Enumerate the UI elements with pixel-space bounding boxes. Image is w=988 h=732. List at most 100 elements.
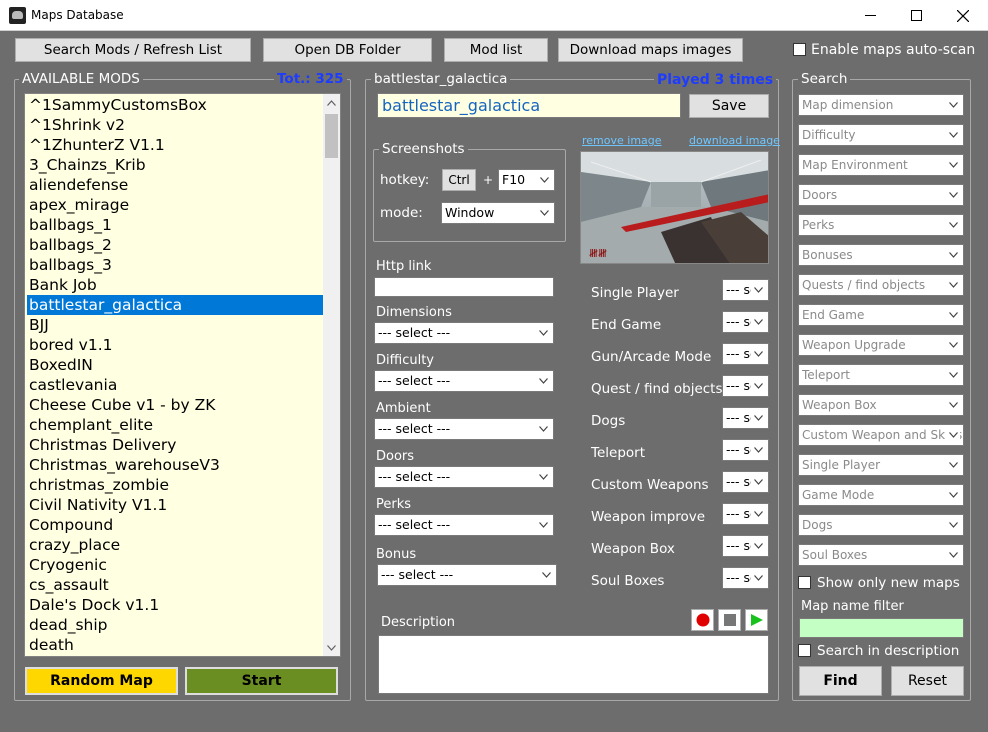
- mod-list-item[interactable]: ballbags_1: [27, 215, 323, 235]
- mod-list-item[interactable]: dead_ship: [27, 615, 323, 635]
- auto-scan-checkbox[interactable]: [793, 43, 806, 59]
- find-button[interactable]: Find: [799, 666, 882, 696]
- chevron-down-icon: [536, 515, 550, 535]
- mod-list-item[interactable]: ^1ZhunterZ V1.1: [27, 135, 323, 155]
- mod-list-item[interactable]: BoxedIN: [27, 355, 323, 375]
- search-filter-select[interactable]: End Game: [798, 304, 964, 326]
- map-name-input[interactable]: battlestar_galactica: [377, 93, 681, 118]
- scroll-up-icon[interactable]: [323, 94, 340, 111]
- search-filter-select[interactable]: Difficulty: [798, 124, 964, 146]
- description-textarea[interactable]: [378, 635, 769, 694]
- search-filter-select[interactable]: Dogs: [798, 514, 964, 536]
- chevron-down-icon: [946, 425, 960, 445]
- chevron-down-icon: [539, 565, 553, 585]
- mod-list-item[interactable]: battlestar_galactica: [27, 295, 323, 315]
- mod-list-item[interactable]: ^1Shrink v2: [27, 115, 323, 135]
- search-filter-select[interactable]: Map Environment: [798, 154, 964, 176]
- option-select[interactable]: --- se: [722, 471, 769, 493]
- field-select[interactable]: --- select ---: [374, 322, 554, 344]
- mod-list-item[interactable]: Cryogenic: [27, 555, 323, 575]
- search-description-label: Search in description: [817, 643, 960, 659]
- mod-list-item[interactable]: cs_assault: [27, 575, 323, 595]
- mod-list-item[interactable]: aliendefense: [27, 175, 323, 195]
- mod-list-item[interactable]: ballbags_3: [27, 255, 323, 275]
- mod-list-item[interactable]: Christmas_warehouseV3: [27, 455, 323, 475]
- search-filter-select[interactable]: Quests / find objects: [798, 274, 964, 296]
- mod-list-item[interactable]: apex_mirage: [27, 195, 323, 215]
- mod-list-item[interactable]: Cheese Cube v1 - by ZK: [27, 395, 323, 415]
- remove-image-link[interactable]: remove image: [582, 134, 662, 147]
- save-button[interactable]: Save: [689, 94, 769, 118]
- reset-button[interactable]: Reset: [891, 666, 964, 696]
- scroll-thumb[interactable]: [325, 114, 338, 158]
- random-map-button[interactable]: Random Map: [25, 667, 178, 695]
- field-select[interactable]: --- select ---: [374, 418, 554, 440]
- option-select[interactable]: --- se: [722, 279, 769, 301]
- option-select[interactable]: --- se: [722, 343, 769, 365]
- show-new-maps-checkbox[interactable]: [798, 576, 811, 592]
- mod-list-item[interactable]: ^1SammyCustomsBox: [27, 95, 323, 115]
- download-maps-images-button[interactable]: Download maps images: [558, 38, 743, 62]
- mod-list-button[interactable]: Mod list: [444, 38, 548, 62]
- search-description-checkbox[interactable]: [798, 644, 811, 660]
- chevron-down-icon: [751, 376, 765, 396]
- http-link-input[interactable]: [374, 277, 554, 297]
- option-select[interactable]: --- se: [722, 407, 769, 429]
- field-select[interactable]: --- select ---: [374, 466, 554, 488]
- mod-list-item[interactable]: castlevania: [27, 375, 323, 395]
- mod-list-item[interactable]: Bank Job: [27, 275, 323, 295]
- mod-list-item[interactable]: Christmas Delivery: [27, 435, 323, 455]
- mod-list-item[interactable]: 3_Chainzs_Krib: [27, 155, 323, 175]
- field-select[interactable]: --- select ---: [374, 514, 554, 536]
- minimize-icon[interactable]: [847, 0, 893, 31]
- search-filter-select[interactable]: Perks: [798, 214, 964, 236]
- stop-button[interactable]: [718, 609, 741, 631]
- mod-list-item[interactable]: Civil Nativity V1.1: [27, 495, 323, 515]
- option-select[interactable]: --- se: [722, 567, 769, 589]
- search-filter-select[interactable]: Map dimension: [798, 94, 964, 116]
- play-button[interactable]: [745, 609, 768, 631]
- mod-list-item[interactable]: crazy_place: [27, 535, 323, 555]
- mod-list-item[interactable]: chemplant_elite: [27, 415, 323, 435]
- mod-list-item[interactable]: death: [27, 635, 323, 655]
- search-mods-button[interactable]: Search Mods / Refresh List: [15, 38, 251, 62]
- close-icon[interactable]: [940, 0, 986, 31]
- mods-list[interactable]: ^1SammyCustomsBox ^1Shrink v2 ^1ZhunterZ V…: [24, 93, 341, 657]
- option-select[interactable]: --- se: [722, 535, 769, 557]
- option-select[interactable]: --- se: [722, 503, 769, 525]
- search-filter-select[interactable]: Weapon Upgrade: [798, 334, 964, 356]
- mod-list-item[interactable]: Compound: [27, 515, 323, 535]
- hotkey-key-select[interactable]: F10: [498, 169, 555, 191]
- window-title: Maps Database: [31, 8, 124, 22]
- download-image-link[interactable]: download image: [689, 134, 780, 147]
- search-filter-select[interactable]: Doors: [798, 184, 964, 206]
- mods-list-scrollbar[interactable]: [323, 94, 340, 656]
- search-filter-select[interactable]: Soul Boxes: [798, 544, 964, 566]
- search-filter-select[interactable]: Game Mode: [798, 484, 964, 506]
- field-select[interactable]: --- select ---: [377, 564, 557, 586]
- search-filter-select[interactable]: Weapon Box: [798, 394, 964, 416]
- field-select[interactable]: --- select ---: [374, 370, 554, 392]
- ctrl-key-button[interactable]: Ctrl: [442, 169, 476, 191]
- start-button[interactable]: Start: [185, 667, 338, 695]
- search-legend: Search: [798, 72, 851, 87]
- scroll-down-icon[interactable]: [323, 639, 340, 656]
- map-name-filter-input[interactable]: [799, 618, 964, 638]
- mod-list-item[interactable]: ballbags_2: [27, 235, 323, 255]
- search-filter-select[interactable]: Custom Weapon and Skins: [798, 424, 964, 446]
- record-button[interactable]: [691, 609, 714, 631]
- screenshot-mode-select[interactable]: Window: [441, 202, 555, 224]
- search-filter-select[interactable]: Single Player: [798, 454, 964, 476]
- option-select[interactable]: --- se: [722, 311, 769, 333]
- search-filter-select[interactable]: Bonuses: [798, 244, 964, 266]
- option-select[interactable]: --- se: [722, 375, 769, 397]
- open-db-folder-button[interactable]: Open DB Folder: [263, 38, 432, 62]
- search-filter-select[interactable]: Teleport: [798, 364, 964, 386]
- chevron-down-icon: [946, 365, 960, 385]
- maximize-icon[interactable]: [893, 0, 939, 31]
- mod-list-item[interactable]: christmas_zombie: [27, 475, 323, 495]
- mod-list-item[interactable]: BJJ: [27, 315, 323, 335]
- mod-list-item[interactable]: Dale's Dock v1.1: [27, 595, 323, 615]
- mod-list-item[interactable]: bored v1.1: [27, 335, 323, 355]
- option-select[interactable]: --- se: [722, 439, 769, 461]
